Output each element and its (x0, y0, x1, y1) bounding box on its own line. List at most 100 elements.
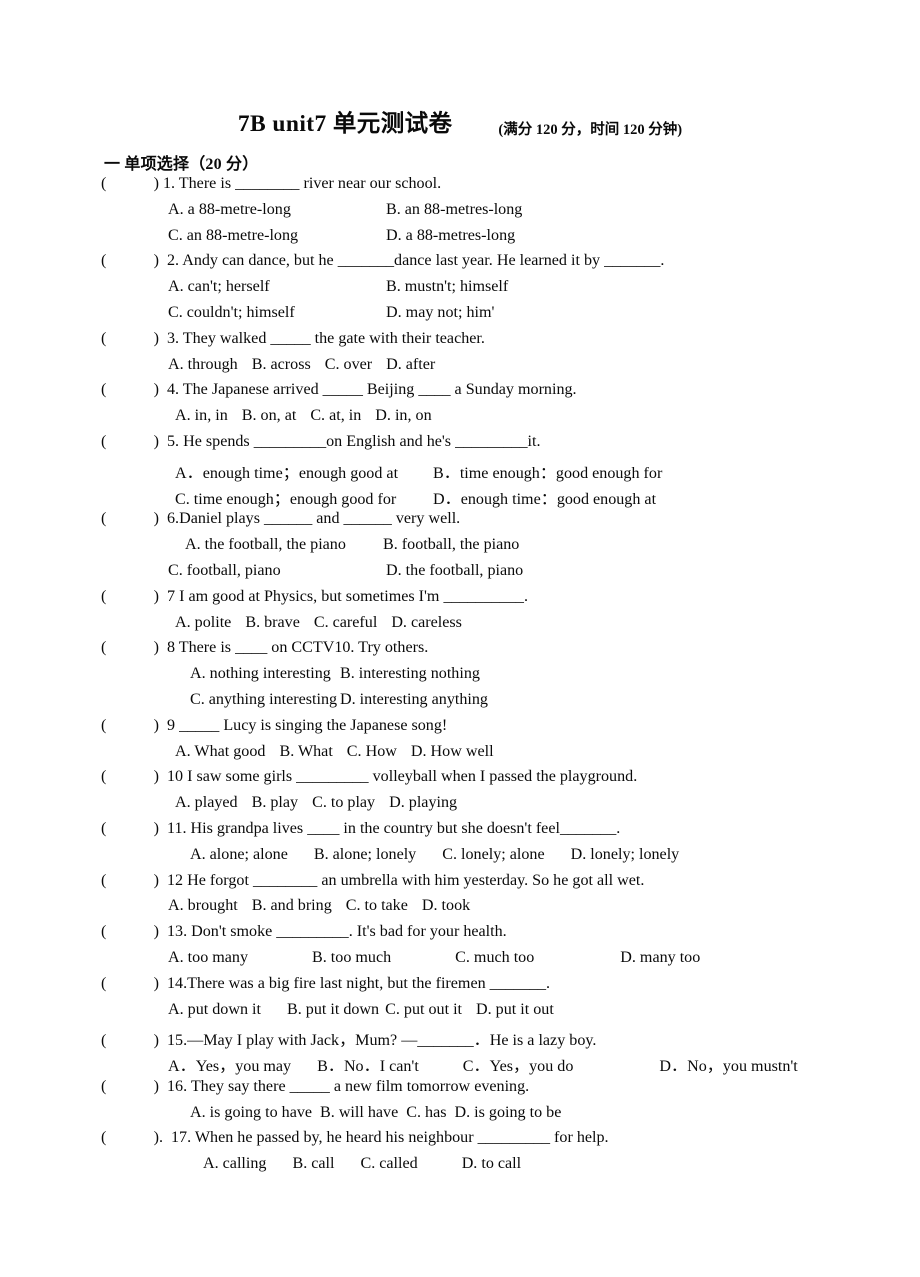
option-a[interactable]: A. through (168, 356, 238, 374)
option-c[interactable]: C. couldn't; himself (168, 304, 386, 322)
option-a[interactable]: A. calling (203, 1155, 266, 1173)
option-a[interactable]: A. What good (175, 743, 265, 761)
bracket-close: ) (153, 1077, 159, 1095)
option-b[interactable]: B. call (292, 1155, 334, 1173)
answer-bracket-12[interactable]: ( ) (101, 872, 159, 890)
option-row: C. football, piano D. the football, pian… (0, 562, 920, 588)
option-row: A. nothing interesting B. interesting no… (0, 665, 920, 691)
option-c[interactable]: C. lonely; alone (442, 846, 544, 864)
answer-bracket-5[interactable]: ( ) (101, 433, 159, 451)
answer-bracket-14[interactable]: ( ) (101, 975, 159, 993)
option-b[interactable]: B. will have (320, 1104, 398, 1122)
option-a[interactable]: A. nothing interesting (190, 665, 340, 683)
question-list: ( ) 1. There is ________ river near our … (0, 175, 920, 1181)
option-c[interactable]: C. careful (314, 614, 377, 632)
option-c[interactable]: C. over (325, 356, 372, 374)
option-c[interactable]: C. time enough；enough good for (175, 485, 433, 509)
option-a[interactable]: A. brought (168, 897, 238, 915)
answer-bracket-2[interactable]: ( ) (101, 252, 159, 270)
option-a[interactable]: A. can't; herself (168, 278, 386, 296)
option-a[interactable]: A. in, in (175, 407, 228, 425)
option-d[interactable]: D. took (422, 897, 470, 915)
option-c[interactable]: C. to play (312, 794, 375, 812)
answer-bracket-8[interactable]: ( ) (101, 639, 159, 657)
bracket-open: ( (101, 768, 107, 786)
answer-bracket-9[interactable]: ( ) (101, 717, 159, 735)
answer-bracket-4[interactable]: ( ) (101, 381, 159, 399)
option-d[interactable]: D. a 88-metres-long (386, 227, 515, 245)
option-row: A. played B. play C. to play D. playing (0, 794, 920, 820)
answer-bracket-1[interactable]: ( ) (101, 175, 159, 193)
option-c[interactable]: C. How (347, 743, 397, 761)
option-b[interactable]: B．time enough：good enough for (433, 459, 662, 483)
option-b[interactable]: B. What (279, 743, 332, 761)
option-d[interactable]: D. many too (620, 949, 700, 967)
option-b[interactable]: B．No．I can't (317, 1052, 419, 1076)
option-d[interactable]: D. is going to be (455, 1104, 562, 1122)
option-d[interactable]: D. after (386, 356, 435, 374)
option-b[interactable]: B. and bring (252, 897, 332, 915)
option-c[interactable]: C. football, piano (168, 562, 386, 580)
option-c[interactable]: C. much too (455, 949, 534, 967)
option-b[interactable]: B. an 88-metres-long (386, 201, 522, 219)
option-b[interactable]: B. play (252, 794, 299, 812)
answer-bracket-17[interactable]: ( ). (101, 1129, 163, 1147)
option-a[interactable]: A. is going to have (190, 1104, 312, 1122)
option-d[interactable]: D．enough time：good enough at (433, 485, 656, 509)
bracket-close: ) (153, 381, 159, 399)
option-a[interactable]: A. played (175, 794, 238, 812)
option-b[interactable]: B. football, the piano (383, 536, 519, 554)
option-d[interactable]: D. playing (389, 794, 457, 812)
option-d[interactable]: D. to call (462, 1155, 521, 1173)
option-b[interactable]: B. mustn't; himself (386, 278, 508, 296)
answer-bracket-7[interactable]: ( ) (101, 588, 159, 606)
bracket-open: ( (101, 175, 107, 192)
question-14: ( ) 14.There was a big fire last night, … (0, 975, 920, 1027)
option-d[interactable]: D. interesting anything (340, 691, 488, 709)
section-heading-multiple-choice: 一 单项选择（20 分） (104, 156, 259, 173)
option-d[interactable]: D. How well (411, 743, 494, 761)
option-c[interactable]: C. called (360, 1155, 417, 1173)
question-text: 10 I saw some girls _________ volleyball… (167, 768, 638, 786)
option-d[interactable]: D. lonely; lonely (571, 846, 680, 864)
option-a[interactable]: A．enough time；enough good at (175, 459, 433, 483)
answer-bracket-10[interactable]: ( ) (101, 768, 159, 786)
option-d[interactable]: D. in, on (375, 407, 431, 425)
option-b[interactable]: B. on, at (242, 407, 297, 425)
option-b[interactable]: B. too much (312, 949, 391, 967)
option-d[interactable]: D. careless (391, 614, 462, 632)
option-a[interactable]: A. put down it (168, 1001, 261, 1019)
answer-bracket-6[interactable]: ( ) (101, 510, 159, 528)
option-a[interactable]: A. polite (175, 614, 231, 632)
option-c[interactable]: C. put out it (385, 1001, 462, 1019)
option-a[interactable]: A. the football, the piano (185, 536, 383, 554)
option-row: C. couldn't; himself D. may not; him' (0, 304, 920, 330)
answer-bracket-16[interactable]: ( ) (101, 1078, 159, 1096)
option-b[interactable]: B. across (252, 356, 311, 374)
option-c[interactable]: C．Yes，you do (463, 1052, 574, 1076)
answer-bracket-11[interactable]: ( ) (101, 820, 159, 838)
option-a[interactable]: A. alone; alone (190, 846, 288, 864)
question-text: 8 There is ____ on CCTV10. Try others. (167, 639, 429, 657)
answer-bracket-3[interactable]: ( ) (101, 330, 159, 348)
option-d[interactable]: D. the football, piano (386, 562, 523, 580)
option-b[interactable]: B. put it down (287, 1001, 379, 1019)
option-d[interactable]: D. put it out (476, 1001, 554, 1019)
option-c[interactable]: C. has (406, 1104, 446, 1122)
option-a[interactable]: A．Yes，you may (168, 1052, 291, 1076)
option-d[interactable]: D．No，you mustn't (659, 1052, 797, 1076)
option-c[interactable]: C. an 88-metre-long (168, 227, 386, 245)
option-row: A. in, in B. on, at C. at, in D. in, on (0, 407, 920, 433)
option-c[interactable]: C. at, in (310, 407, 361, 425)
option-c[interactable]: C. to take (346, 897, 408, 915)
option-b[interactable]: B. brave (245, 614, 300, 632)
answer-bracket-13[interactable]: ( ) (101, 923, 159, 941)
document-title-row: 7B unit7 单元测试卷 (满分 120 分，时间 120 分钟) (0, 104, 920, 138)
option-c[interactable]: C. anything interesting (190, 691, 340, 709)
option-a[interactable]: A. a 88-metre-long (168, 201, 386, 219)
option-b[interactable]: B. interesting nothing (340, 665, 480, 683)
option-d[interactable]: D. may not; him' (386, 304, 494, 322)
option-b[interactable]: B. alone; lonely (314, 846, 416, 864)
answer-bracket-15[interactable]: ( ) (101, 1032, 159, 1050)
option-a[interactable]: A. too many (168, 949, 248, 967)
